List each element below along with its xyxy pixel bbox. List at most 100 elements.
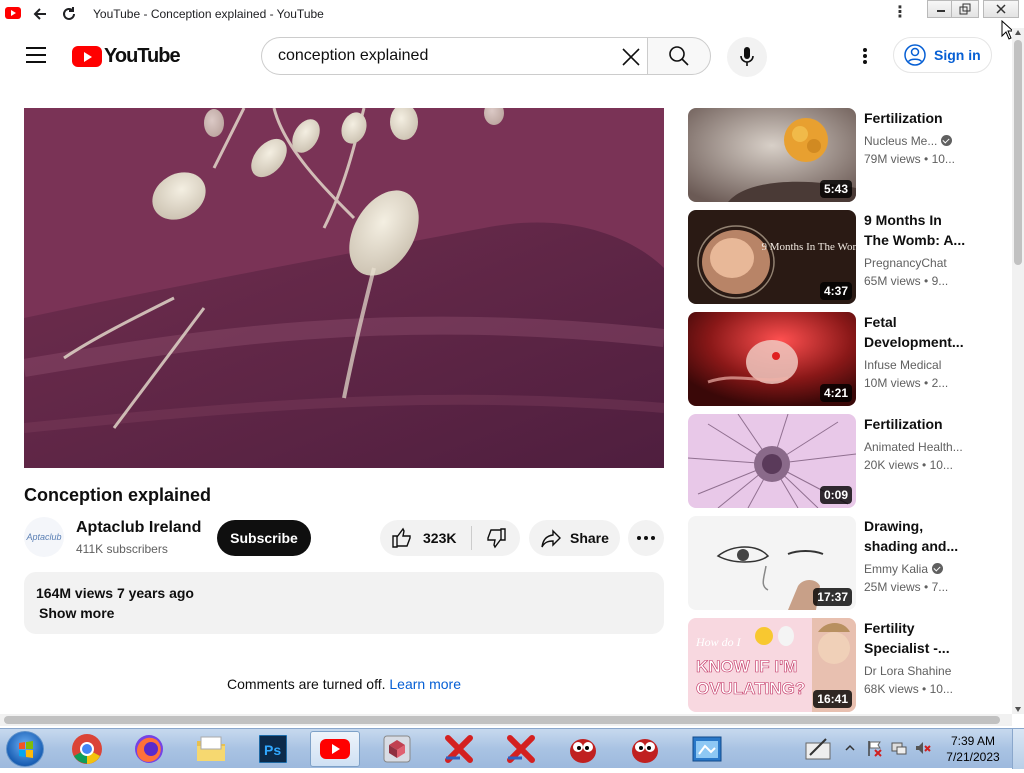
taskbar-app-x2[interactable] (496, 731, 546, 767)
recommendation-title[interactable]: 9 Months In The Womb: A... (864, 210, 968, 250)
vertical-scroll-thumb[interactable] (1014, 40, 1022, 265)
chrome-icon (72, 734, 102, 764)
network-icon[interactable] (890, 739, 908, 757)
dislike-button[interactable] (472, 520, 520, 556)
pen-tablet-icon[interactable] (804, 735, 832, 761)
youtube-play-icon (72, 46, 102, 67)
sign-in-button[interactable]: Sign in (893, 37, 992, 73)
recommendation-item[interactable]: 9 Months In The Womb 4:37 9 Months In Th… (688, 210, 1008, 304)
recommendation-thumbnail[interactable]: 5:43 (688, 108, 856, 202)
taskbar-photoshop[interactable]: Ps (248, 731, 298, 767)
video-duration: 5:43 (819, 180, 852, 198)
clock-time: 7:39 AM (950, 734, 996, 748)
browser-menu-icon[interactable]: ⋮ (892, 5, 908, 21)
close-button[interactable] (983, 0, 1019, 18)
recommendation-title[interactable]: Fertilization (864, 108, 968, 128)
horizontal-scrollbar[interactable] (0, 714, 1012, 726)
recommendation-item[interactable]: 4:21 Fetal Development... Infuse Medical… (688, 312, 1008, 406)
recommendation-views: 10M views • 2... (864, 376, 949, 390)
recommendation-thumbnail[interactable]: 0:09 (688, 414, 856, 508)
recommendation-item[interactable]: How do I KNOW IF I'M OVULATING? 16:41 Fe… (688, 618, 1008, 712)
search-box[interactable] (261, 37, 648, 75)
menu-icon[interactable] (26, 47, 46, 63)
thumbnail-text-line3: OVULATING? (696, 679, 805, 698)
account-icon (904, 44, 926, 66)
taskbar-app-window[interactable] (682, 731, 732, 767)
windows-taskbar: Ps 7:39 AM 7/21/2023 (0, 728, 1024, 769)
recommendation-channel[interactable]: Emmy Kalia (864, 562, 944, 576)
channel-name[interactable]: Aptaclub Ireland (76, 519, 201, 537)
recommendation-thumbnail[interactable]: 9 Months In The Womb 4:37 (688, 210, 856, 304)
window-title: YouTube - Conception explained - YouTube (93, 7, 324, 21)
sign-in-label: Sign in (934, 47, 981, 63)
recommendation-item[interactable]: 5:43 Fertilization Nucleus Me... 79M vie… (688, 108, 1008, 202)
search-input[interactable] (278, 47, 608, 65)
show-more-link[interactable]: Show more (39, 605, 114, 621)
vertical-scrollbar[interactable] (1012, 28, 1024, 714)
youtube-logo[interactable]: YouTube (72, 45, 181, 68)
microphone-icon (740, 47, 754, 66)
more-actions-button[interactable] (628, 520, 664, 556)
show-desktop-button[interactable] (1012, 729, 1024, 769)
taskbar-firefox[interactable] (124, 731, 174, 767)
recommendation-channel[interactable]: Nucleus Me... (864, 134, 953, 148)
recommendation-channel[interactable]: Dr Lora Shahine (864, 664, 951, 678)
subscribe-button[interactable]: Subscribe (217, 520, 311, 556)
description-box[interactable]: 164M views 7 years ago Show more (24, 572, 664, 634)
voice-search-button[interactable] (727, 37, 767, 77)
taskbar-chrome[interactable] (62, 731, 112, 767)
recommendation-channel[interactable]: Animated Health... (864, 440, 963, 454)
horizontal-scroll-thumb[interactable] (4, 716, 1000, 724)
svg-text:Ps: Ps (264, 742, 281, 758)
taskbar-app-cube[interactable] (372, 731, 422, 767)
taskbar-file-explorer[interactable] (186, 731, 236, 767)
share-label: Share (570, 530, 609, 546)
recommendation-channel[interactable]: Infuse Medical (864, 358, 941, 372)
system-clock[interactable]: 7:39 AM 7/21/2023 (940, 733, 1006, 765)
recommendation-item[interactable]: 17:37 Drawing, shading and... Emmy Kalia… (688, 516, 1008, 610)
folder-icon (197, 736, 225, 761)
video-duration: 0:09 (819, 486, 852, 504)
taskbar-app-x1[interactable] (434, 731, 484, 767)
recommendation-title[interactable]: Fertilization (864, 414, 968, 434)
recommendation-title[interactable]: Fetal Development... (864, 312, 968, 352)
settings-menu-icon[interactable] (855, 45, 875, 67)
thumbnail-text-line2: KNOW IF I'M (696, 657, 797, 676)
recommendation-thumbnail[interactable]: 4:21 (688, 312, 856, 406)
start-button[interactable] (6, 731, 44, 767)
taskbar-app-bird1[interactable] (558, 731, 608, 767)
video-player[interactable] (24, 108, 664, 468)
recommendation-title[interactable]: Fertility Specialist -... (864, 618, 968, 658)
channel-avatar-text: Aptaclub (26, 532, 62, 542)
recommendation-title[interactable]: Drawing, shading and... (864, 516, 968, 556)
taskbar-app-bird2[interactable] (620, 731, 670, 767)
volume-muted-icon[interactable] (914, 739, 932, 757)
back-arrow-icon[interactable] (29, 3, 51, 25)
thumbnail-text-line1: How do I (695, 635, 742, 649)
search-button[interactable] (647, 37, 711, 75)
windows-logo-icon (19, 741, 33, 758)
recommendation-channel[interactable]: PregnancyChat (864, 256, 947, 270)
recommendation-thumbnail[interactable]: How do I KNOW IF I'M OVULATING? 16:41 (688, 618, 856, 712)
share-button[interactable]: Share (529, 520, 620, 556)
like-count: 323K (423, 530, 457, 546)
learn-more-link[interactable]: Learn more (389, 676, 461, 692)
red-bird-app-icon (632, 739, 658, 763)
scroll-down-arrow-icon[interactable] (1015, 707, 1021, 712)
recommendation-item[interactable]: 0:09 Fertilization Animated Health... 20… (688, 414, 1008, 508)
views-and-age: 164M views 7 years ago (36, 585, 194, 601)
youtube-header: YouTube Sign in (0, 28, 1012, 84)
taskbar-youtube[interactable] (310, 731, 360, 767)
reload-icon[interactable] (58, 3, 80, 25)
like-button[interactable]: 323K (380, 520, 471, 556)
youtube-app-icon (320, 739, 350, 759)
clear-search-icon[interactable] (620, 46, 642, 68)
recommendation-thumbnail[interactable]: 17:37 (688, 516, 856, 610)
channel-avatar[interactable]: Aptaclub (24, 517, 64, 557)
video-duration: 4:21 (819, 384, 852, 402)
action-center-flag-icon[interactable] (866, 739, 884, 757)
show-hidden-icons-icon[interactable] (845, 743, 855, 753)
thumbnail-text: 9 Months In The Womb (761, 241, 856, 253)
restore-button[interactable] (951, 0, 979, 18)
scroll-up-arrow-icon[interactable] (1015, 30, 1021, 35)
